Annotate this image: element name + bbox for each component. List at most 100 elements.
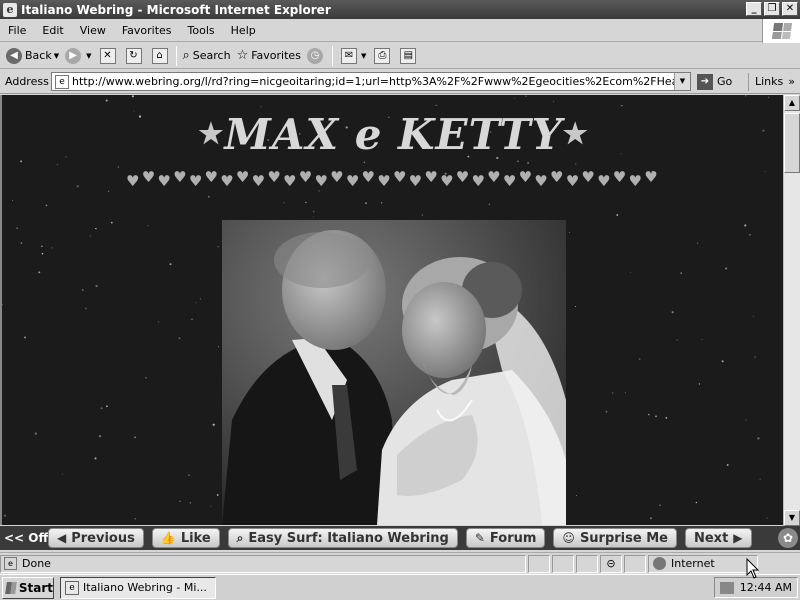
webring-like-button[interactable]: 👍 Like: [151, 528, 220, 548]
mail-dropdown-icon[interactable]: ▼: [361, 52, 366, 60]
window-title: Italiano Webring - Microsoft Internet Ex…: [21, 2, 331, 17]
address-dropdown-icon[interactable]: ▼: [674, 73, 690, 90]
home-button[interactable]: ⌂: [147, 45, 173, 67]
back-dropdown-icon[interactable]: ▼: [54, 52, 59, 60]
thumbs-up-icon: 👍: [160, 531, 176, 545]
back-arrow-icon: ◀: [6, 47, 22, 64]
search-icon: ⌕: [182, 48, 190, 63]
menu-view[interactable]: View: [72, 24, 114, 37]
right-arrow-icon: ▶: [733, 531, 743, 545]
links-separator: [748, 72, 749, 91]
print-button[interactable]: ⎙: [369, 45, 395, 67]
heart-icon: ♥: [251, 171, 266, 190]
page-content: ★MAX e KETTY★ ♥ ♥ ♥ ♥ ♥ ♥ ♥ ♥ ♥ ♥ ♥ ♥ ♥ ♥ ♥ ♥ ♥ ♥ ♥ ♥ ♥ ♥ ♥ ♥ ♥ ♥…: [0, 95, 783, 525]
address-bar: Address e http://www.webring.org/l/rd?ri…: [0, 70, 800, 94]
status-text-panel: e Done: [0, 554, 526, 573]
status-cell: [576, 554, 598, 573]
system-tray: 12:44 AM: [714, 577, 798, 598]
globe-icon: [653, 557, 666, 570]
webring-nav-bar: << Off ◀ Previous 👍 Like ⌕ Easy Surf: It…: [0, 526, 800, 550]
status-cell: [528, 554, 550, 573]
edit-button[interactable]: ▤: [395, 45, 421, 67]
task-label: Italiano Webring - Mi...: [83, 581, 207, 594]
mail-button[interactable]: ✉ ▼: [336, 45, 369, 67]
left-arrow-icon: ◀: [57, 531, 67, 545]
menu-help[interactable]: Help: [223, 24, 264, 37]
favorites-button[interactable]: ☆ Favorites: [234, 45, 304, 67]
windows-start-icon: [5, 581, 17, 594]
menu-tools[interactable]: Tools: [180, 24, 223, 37]
address-url[interactable]: http://www.webring.org/l/rd?ring=nicgeoi…: [72, 75, 674, 88]
menu-edit[interactable]: Edit: [34, 24, 71, 37]
heart-icon: ♥: [283, 171, 297, 190]
links-toolbar[interactable]: Links »: [748, 72, 795, 91]
taskbar-item-ie[interactable]: e Italiano Webring - Mi...: [60, 576, 216, 599]
webring-next-button[interactable]: Next ▶: [684, 528, 752, 548]
go-arrow-icon: ➔: [697, 73, 713, 90]
search-label: Search: [192, 49, 231, 62]
minimize-button[interactable]: _: [746, 2, 762, 16]
webring-previous-button[interactable]: ◀ Previous: [48, 528, 144, 548]
address-input[interactable]: e http://www.webring.org/l/rd?ring=nicge…: [51, 72, 691, 91]
magnifier-icon: ⌕: [236, 530, 244, 545]
links-label[interactable]: Links: [755, 75, 783, 88]
standard-toolbar: ◀ Back ▼ ▶ ▼ ✕ ↻ ⌂ ⌕ Search ☆ Favorites …: [0, 43, 800, 69]
start-button[interactable]: Start: [2, 576, 54, 599]
maximize-button[interactable]: ❐: [764, 2, 780, 16]
like-label: Like: [180, 530, 211, 546]
close-button[interactable]: ✕: [782, 2, 798, 16]
star-icon: ★: [198, 117, 225, 150]
heart-icon: ♥: [487, 167, 501, 186]
search-button[interactable]: ⌕ Search: [180, 45, 234, 67]
webring-logo-icon[interactable]: ✿: [778, 528, 798, 548]
page-status-icon: e: [4, 557, 17, 570]
stop-button[interactable]: ✕: [95, 45, 121, 67]
heart-icon: ♥: [361, 167, 375, 186]
scroll-up-arrow-icon[interactable]: ▲: [784, 95, 800, 111]
network-icon[interactable]: [720, 581, 734, 594]
forward-button[interactable]: ▶ ▼: [62, 45, 94, 67]
webring-surprise-button[interactable]: ☺ Surprise Me: [553, 528, 677, 548]
privacy-icon[interactable]: ⊝: [600, 554, 622, 573]
scroll-thumb[interactable]: [784, 113, 800, 173]
title-bar[interactable]: e Italiano Webring - Microsoft Internet …: [0, 0, 800, 19]
heart-icon: ♥: [644, 167, 658, 186]
heart-icon: ♥: [188, 171, 203, 190]
heart-icon: ♥: [141, 167, 156, 186]
clock[interactable]: 12:44 AM: [740, 581, 792, 594]
webring-forum-button[interactable]: ✎ Forum: [465, 528, 546, 548]
heart-icon: ♥: [518, 167, 533, 186]
forward-arrow-icon: ▶: [65, 47, 82, 64]
links-chevron-icon[interactable]: »: [788, 75, 795, 88]
menu-favorites[interactable]: Favorites: [114, 24, 180, 37]
heart-icon: ♥: [612, 167, 627, 186]
previous-label: Previous: [71, 530, 135, 546]
heart-icon: ♥: [298, 167, 313, 186]
history-button[interactable]: ◷: [304, 45, 329, 67]
zone-label: Internet: [671, 557, 715, 570]
forum-label: Forum: [489, 530, 537, 546]
back-label: Back: [25, 49, 52, 62]
address-label: Address: [5, 75, 49, 88]
scroll-down-arrow-icon[interactable]: ▼: [784, 510, 800, 526]
heart-icon: ♥: [377, 171, 391, 190]
wedding-photo: [222, 220, 566, 525]
go-button[interactable]: ➔ Go: [697, 73, 732, 90]
vertical-scrollbar[interactable]: ▲ ▼: [783, 95, 800, 526]
forward-dropdown-icon[interactable]: ▼: [86, 52, 91, 60]
heart-icon: ♥: [173, 167, 187, 186]
edit-page-icon: ▤: [400, 47, 417, 64]
back-button[interactable]: ◀ Back ▼: [3, 45, 62, 67]
security-zone[interactable]: Internet: [648, 554, 758, 573]
heart-icon: ♥: [330, 167, 344, 186]
menu-file[interactable]: File: [0, 24, 34, 37]
refresh-button[interactable]: ↻: [121, 45, 147, 67]
heart-icon: ♥: [157, 171, 171, 190]
mail-icon: ✉: [340, 47, 357, 64]
webring-easy-surf-button[interactable]: ⌕ Easy Surf: Italiano Webring: [227, 528, 458, 548]
hearts-divider: ♥ ♥ ♥ ♥ ♥ ♥ ♥ ♥ ♥ ♥ ♥ ♥ ♥ ♥ ♥ ♥ ♥ ♥ ♥ ♥ ♥ ♥ ♥ ♥ ♥ ♥ ♥ ♥ ♥ ♥ ♥ ♥ ♥ ♥: [126, 167, 658, 191]
next-label: Next: [693, 530, 729, 546]
webring-off-link[interactable]: << Off: [4, 531, 48, 545]
page-icon: e: [55, 74, 69, 89]
windows-flag-icon: [771, 23, 792, 39]
